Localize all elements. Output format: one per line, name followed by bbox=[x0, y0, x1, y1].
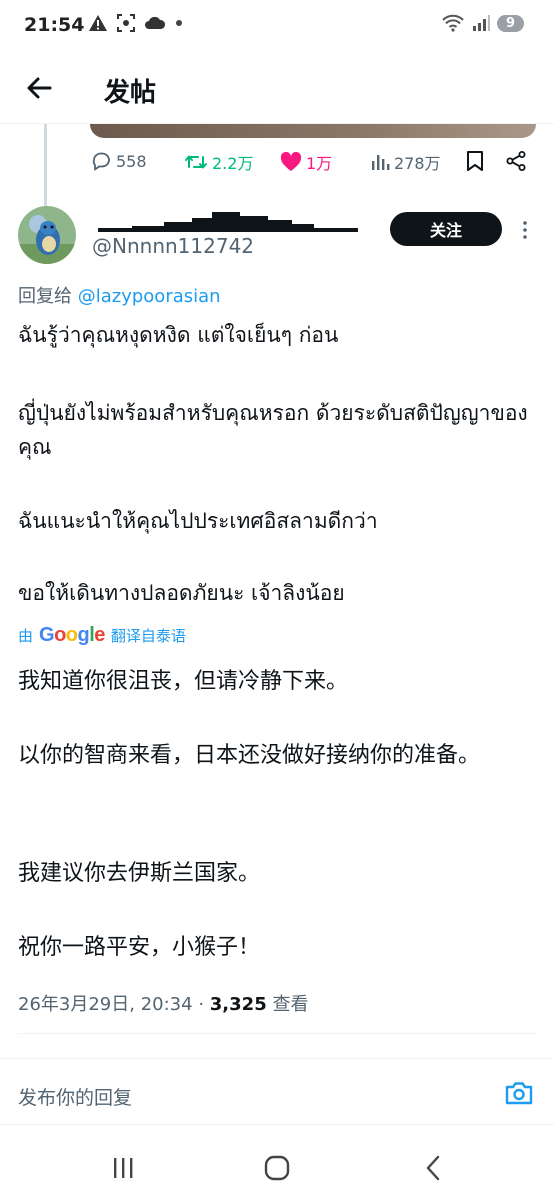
follow-button[interactable]: 关注 bbox=[390, 212, 502, 246]
app-header: 发帖 bbox=[0, 52, 554, 124]
status-time: 21:54 bbox=[24, 14, 85, 36]
translated-text-line: 以你的智商来看，日本还没做好接纳你的准备。 bbox=[18, 743, 481, 768]
share-icon bbox=[506, 151, 526, 171]
camera-icon[interactable] bbox=[504, 1079, 534, 1107]
status-bar: 21:54 9 bbox=[0, 0, 554, 52]
reply-action[interactable]: 558 bbox=[90, 150, 147, 172]
more-options-icon[interactable] bbox=[518, 218, 532, 242]
share-button[interactable] bbox=[505, 150, 527, 172]
back-button[interactable] bbox=[22, 70, 58, 106]
reply-count: 558 bbox=[116, 151, 147, 171]
status-icons-left bbox=[88, 13, 184, 33]
like-count: 1万 bbox=[306, 154, 333, 173]
tweet-text-line: ขอให้เดินทางปลอดภัยนะ เจ้าลิงน้อย bbox=[18, 581, 345, 605]
views-action[interactable]: 278万 bbox=[370, 150, 441, 174]
translate-suffix: 翻译自泰语 bbox=[110, 627, 186, 645]
dot-icon bbox=[176, 20, 182, 26]
translated-text-line: 我建议你去伊斯兰国家。 bbox=[18, 861, 261, 886]
reply-icon bbox=[92, 152, 110, 171]
back-nav-icon[interactable] bbox=[418, 1153, 448, 1183]
reply-mention-link[interactable]: @lazypoorasian bbox=[78, 286, 221, 307]
tweet-timestamp[interactable]: 26年3月29日, 20:34 bbox=[18, 994, 193, 1015]
repost-icon bbox=[185, 155, 207, 169]
bookmark-icon bbox=[467, 151, 483, 171]
repost-action[interactable]: 2.2万 bbox=[184, 150, 253, 174]
tweet-text-line: ฉันแนะนำให้คุณไปประเทศอิสลามดีกว่า bbox=[18, 509, 378, 533]
repost-count: 2.2万 bbox=[212, 154, 254, 173]
meta-separator: · bbox=[198, 994, 205, 1015]
status-icons-right: 9 bbox=[441, 13, 524, 33]
display-name-redacted bbox=[92, 212, 358, 232]
analytics-icon bbox=[372, 155, 390, 170]
reply-prefix: 回复给 bbox=[18, 286, 72, 307]
wifi-icon bbox=[442, 14, 464, 32]
google-logo: Google bbox=[39, 624, 105, 646]
warning-icon bbox=[89, 15, 107, 31]
home-icon[interactable] bbox=[262, 1153, 292, 1183]
signal-icon bbox=[472, 15, 490, 31]
heart-icon bbox=[280, 152, 302, 171]
battery-indicator: 9 bbox=[496, 14, 524, 32]
bookmark-button[interactable] bbox=[466, 150, 484, 172]
divider bbox=[18, 1033, 536, 1034]
translated-text-line: 我知道你很沮丧，但请冷静下来。 bbox=[18, 669, 349, 694]
reply-composer[interactable]: 发布你的回复 bbox=[0, 1058, 554, 1124]
views-count: 278万 bbox=[394, 154, 441, 173]
tweet-text-line: ญี่ปุ่นยังไม่พร้อมสำหรับคุณหรอก ด้วยระดั… bbox=[18, 401, 528, 459]
translate-prefix: 由 bbox=[18, 627, 34, 645]
translated-text-line: 祝你一路平安，小猴子！ bbox=[18, 935, 261, 960]
translation-attribution[interactable]: 由 Google 翻译自泰语 bbox=[18, 624, 186, 647]
recent-apps-icon[interactable] bbox=[108, 1153, 138, 1183]
thread-connector bbox=[44, 124, 47, 206]
tweet-metadata: 26年3月29日, 20:34 · 3,325 查看 bbox=[18, 990, 308, 1016]
arrow-left-icon bbox=[27, 77, 52, 99]
reply-context: 回复给 @lazypoorasian bbox=[18, 282, 221, 308]
avatar-image bbox=[18, 206, 76, 264]
avatar[interactable] bbox=[18, 206, 76, 264]
tweet-view-label: 查看 bbox=[272, 994, 309, 1015]
cloud-icon bbox=[145, 16, 166, 29]
previous-tweet-media[interactable] bbox=[90, 124, 536, 138]
next-content-peek bbox=[18, 1048, 438, 1058]
system-nav-bar bbox=[0, 1124, 554, 1200]
screenshot-icon bbox=[117, 14, 135, 32]
like-action[interactable]: 1万 bbox=[280, 150, 332, 174]
tweet-text-line: ฉันรู้ว่าคุณหงุดหงิด แต่ใจเย็นๆ ก่อน bbox=[18, 323, 339, 347]
tweet-view-count: 3,325 bbox=[209, 994, 267, 1015]
previous-tweet-actions: 558 2.2万 1万 278万 bbox=[90, 150, 530, 178]
page-title: 发帖 bbox=[104, 78, 157, 108]
user-handle[interactable]: @Nnnnn112742 bbox=[92, 234, 254, 258]
reply-input-placeholder[interactable]: 发布你的回复 bbox=[18, 1083, 132, 1110]
